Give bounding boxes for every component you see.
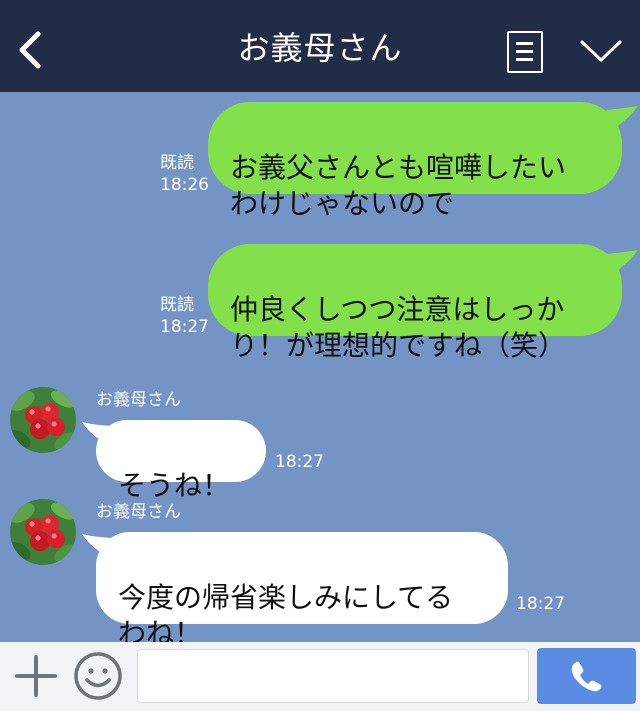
message-time: 18:27 (516, 594, 565, 614)
cherry-avatar-icon (10, 499, 76, 565)
avatar[interactable] (10, 499, 76, 565)
call-button[interactable] (537, 648, 636, 704)
collapse-button[interactable] (578, 36, 624, 66)
avatar[interactable] (10, 387, 76, 453)
read-label: 既読 (160, 295, 194, 315)
outgoing-message[interactable]: 仲良くしつつ注意はしっか り！が理想的ですね（笑） (208, 244, 622, 362)
message-text: 仲良くしつつ注意はしっか り！が理想的ですね（笑） (230, 293, 567, 362)
menu-list-icon-line (516, 50, 533, 53)
chat-title: お義母さん (237, 29, 403, 67)
message-time: 18:27 (160, 317, 209, 337)
emoji-button[interactable] (73, 651, 123, 701)
smiley-icon (74, 652, 122, 700)
chat-area[interactable]: 既読 18:26 お義父さんとも喧嘩したい わけじゃないので 既読 18:27 … (0, 92, 640, 650)
read-label: 既読 (160, 153, 194, 173)
read-status: 既読 18:26 (160, 152, 209, 196)
plus-icon (15, 655, 57, 697)
message-time: 18:26 (160, 175, 209, 195)
chevron-down-icon (580, 40, 622, 62)
menu-button[interactable] (507, 31, 543, 73)
input-bar (0, 642, 640, 711)
message-text: お義父さんとも喧嘩したい わけじゃないので (230, 151, 567, 220)
incoming-message[interactable]: そうね！ (96, 420, 266, 502)
read-status: 既読 18:27 (160, 294, 209, 338)
outgoing-message[interactable]: お義父さんとも喧嘩したい わけじゃないので (208, 102, 622, 220)
message-time: 18:27 (275, 452, 324, 472)
menu-list-icon (516, 42, 533, 45)
attach-button[interactable] (14, 654, 58, 698)
message-input[interactable] (137, 649, 529, 703)
cherry-avatar-icon (10, 387, 76, 453)
sender-name: お義母さん (96, 502, 181, 522)
menu-list-icon-line (516, 58, 533, 61)
message-text: 今度の帰省楽しみにしてる わね！ (118, 581, 454, 650)
sender-name: お義母さん (96, 390, 181, 410)
chat-header: お義母さん (0, 0, 640, 92)
message-text: そうね！ (118, 469, 231, 502)
phone-icon (571, 661, 601, 692)
incoming-message[interactable]: 今度の帰省楽しみにしてる わね！ (96, 532, 508, 650)
